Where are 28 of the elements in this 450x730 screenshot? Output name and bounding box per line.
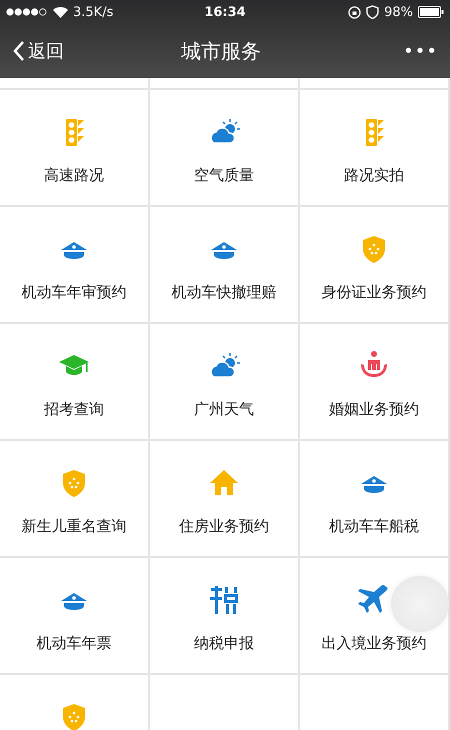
- service-tile[interactable]: 空气质量: [150, 90, 300, 207]
- service-tile[interactable]: 机动车年票: [0, 558, 150, 675]
- page-title: 城市服务: [180, 38, 262, 64]
- service-tile[interactable]: 身份证业务预约: [300, 207, 450, 324]
- service-tile[interactable]: 住房业务预约: [150, 441, 300, 558]
- chevron-left-icon: [12, 40, 26, 62]
- clock: 16:34: [204, 4, 246, 20]
- service-tile[interactable]: 广州天气: [150, 324, 300, 441]
- shield-icon: [366, 5, 380, 19]
- battery-icon: [418, 6, 444, 18]
- battery-percent: 98%: [384, 4, 414, 20]
- rotation-lock-icon: [348, 6, 362, 18]
- more-button[interactable]: •••: [378, 40, 438, 62]
- back-button[interactable]: 返回: [12, 39, 64, 63]
- wifi-icon: [53, 6, 68, 18]
- service-tile[interactable]: 机动车快撤理赔: [150, 207, 300, 324]
- service-tile[interactable]: 招考查询: [0, 324, 150, 441]
- tax-symbol-icon: [208, 584, 240, 616]
- service-tile[interactable]: 路况实拍: [300, 90, 450, 207]
- service-tile[interactable]: 高速路况: [0, 90, 150, 207]
- service-tile[interactable]: 机动车车船税: [300, 441, 450, 558]
- service-tile[interactable]: 婚姻业务预约: [300, 324, 450, 441]
- airplane-icon: [358, 584, 390, 616]
- network-speed: 3.5K/s: [73, 4, 114, 20]
- service-tile[interactable]: 新生儿重名查询: [0, 441, 150, 558]
- service-tile[interactable]: 纳税申报: [150, 558, 300, 675]
- service-tile[interactable]: 机动车年审预约: [0, 207, 150, 324]
- signal-icon: [6, 8, 48, 16]
